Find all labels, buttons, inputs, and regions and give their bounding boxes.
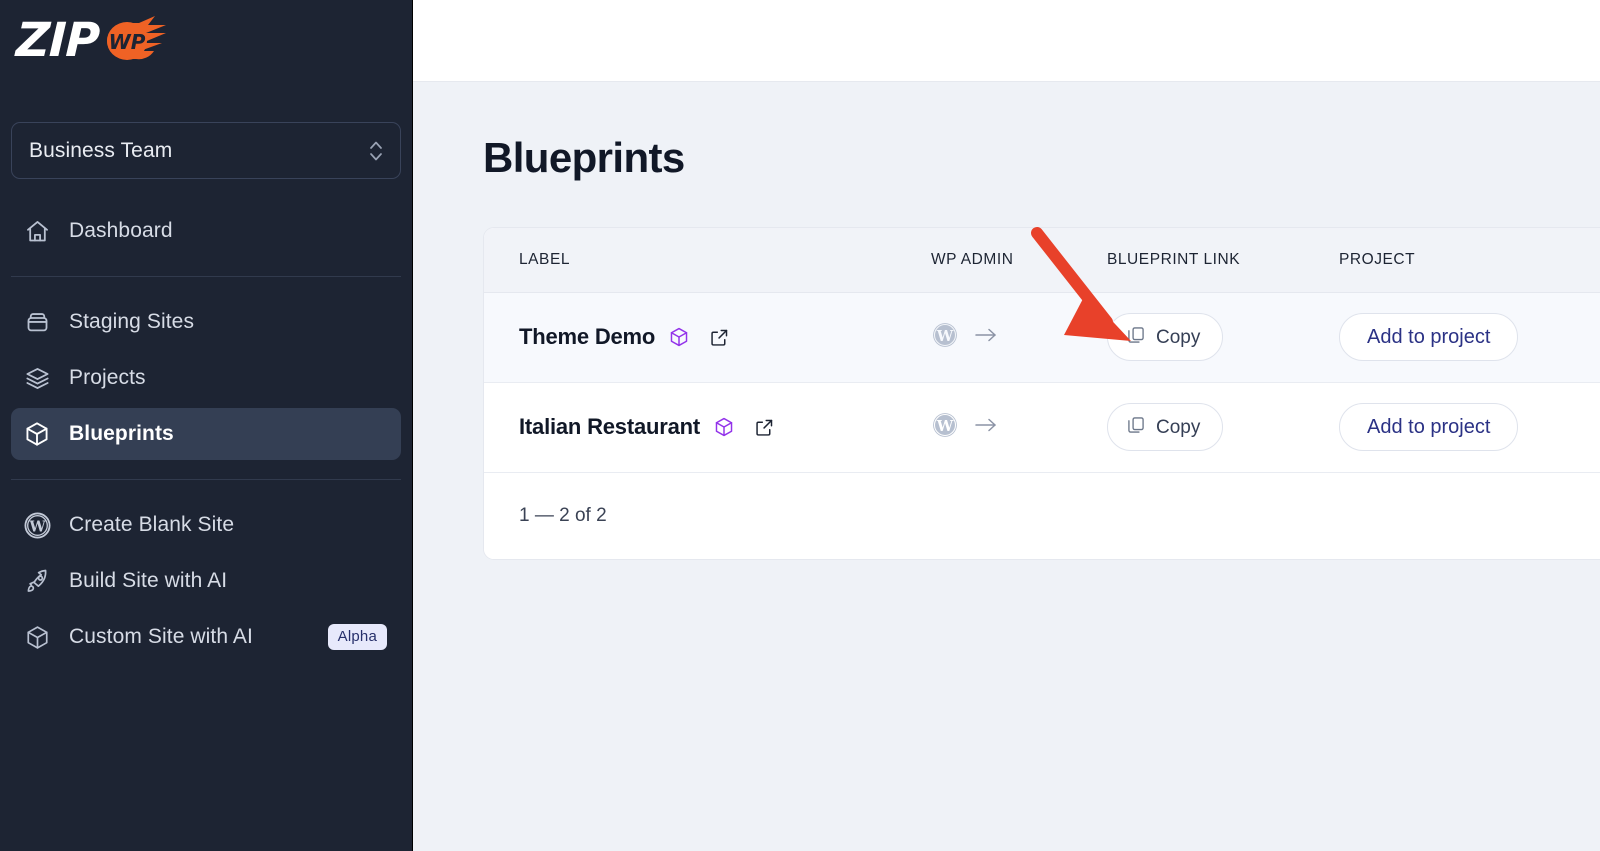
- rocket-icon: [22, 566, 52, 596]
- sidebar-divider-1: [11, 276, 401, 277]
- blueprint-label: Theme Demo: [519, 324, 656, 349]
- copy-blueprint-link-button[interactable]: Copy: [1107, 313, 1224, 361]
- sidebar-nav: Dashboard Staging Sites Projects Bluepri…: [11, 205, 401, 663]
- cell-label: Italian Restaurant: [484, 382, 896, 473]
- column-header-wp-admin: WP ADMIN: [896, 228, 1072, 293]
- sidebar-item-label: Dashboard: [69, 219, 173, 242]
- arrow-right-icon: [973, 415, 999, 440]
- sidebar-item-create-blank-site[interactable]: W Create Blank Site: [11, 499, 401, 551]
- sidebar-item-label: Staging Sites: [69, 310, 195, 333]
- cube-icon: [22, 419, 52, 449]
- sidebar: ZIP WP Business Team Dashboard Staging S…: [0, 0, 413, 851]
- copy-icon: [1126, 325, 1146, 349]
- blueprint-label: Italian Restaurant: [519, 414, 701, 439]
- wordpress-icon: W: [22, 510, 52, 540]
- external-link-icon[interactable]: [709, 327, 730, 348]
- svg-text:W: W: [28, 518, 46, 535]
- column-header-blueprint-link: BLUEPRINT LINK: [1072, 228, 1304, 293]
- cell-blueprint-link: Copy: [1072, 292, 1304, 383]
- home-icon: [22, 216, 52, 246]
- add-to-project-button[interactable]: Add to project: [1339, 313, 1519, 361]
- wp-admin-link[interactable]: W: [931, 411, 1072, 444]
- cell-blueprint-link: Copy: [1072, 382, 1304, 473]
- top-bar: [413, 0, 1600, 82]
- wp-admin-link[interactable]: W: [931, 321, 1072, 354]
- content: Blueprints LABEL WP ADMIN BLUEPRINT LINK…: [413, 82, 1600, 560]
- column-header-label: LABEL: [484, 228, 896, 293]
- blueprints-card: LABEL WP ADMIN BLUEPRINT LINK PROJECT Th…: [483, 227, 1600, 560]
- sidebar-item-label: Create Blank Site: [69, 513, 235, 536]
- copy-icon: [1126, 415, 1146, 439]
- sidebar-item-dashboard[interactable]: Dashboard: [11, 205, 401, 257]
- logo-text: ZIP: [15, 13, 100, 68]
- add-to-project-button[interactable]: Add to project: [1339, 403, 1519, 451]
- copy-blueprint-link-button[interactable]: Copy: [1107, 403, 1224, 451]
- external-link-icon[interactable]: [754, 417, 775, 438]
- svg-text:W: W: [936, 327, 954, 344]
- column-header-project: PROJECT: [1304, 228, 1600, 293]
- arrow-right-icon: [973, 325, 999, 350]
- svg-text:W: W: [936, 417, 954, 434]
- pagination-status: 1 — 2 of 2: [484, 472, 1600, 559]
- status-badge-alpha: Alpha: [327, 624, 387, 650]
- app-root: ZIP WP Business Team Dashboard Staging S…: [0, 0, 1600, 851]
- sidebar-item-custom-site-with-ai[interactable]: Custom Site with AI Alpha: [11, 611, 401, 663]
- copy-button-label: Copy: [1156, 326, 1201, 348]
- cell-label: Theme Demo: [484, 292, 896, 383]
- sidebar-item-staging-sites[interactable]: Staging Sites: [11, 296, 401, 348]
- blueprints-table: LABEL WP ADMIN BLUEPRINT LINK PROJECT Th…: [484, 228, 1600, 473]
- table-row[interactable]: Theme Demo W Copy Add to project: [484, 292, 1600, 383]
- cube-icon: [22, 622, 52, 652]
- sidebar-item-label: Projects: [69, 366, 146, 389]
- sidebar-item-label: Blueprints: [69, 422, 174, 445]
- main-area: Blueprints LABEL WP ADMIN BLUEPRINT LINK…: [413, 0, 1600, 851]
- sidebar-item-projects[interactable]: Projects: [11, 352, 401, 404]
- cell-project: Add to project: [1304, 292, 1600, 383]
- table-body: Theme Demo W Copy Add to project Italian…: [484, 292, 1600, 473]
- wordpress-icon: W: [931, 411, 959, 444]
- sidebar-item-blueprints[interactable]: Blueprints: [11, 408, 401, 460]
- page-title: Blueprints: [483, 134, 685, 181]
- logo-badge-icon: WP: [107, 16, 166, 60]
- team-selector-value: Business Team: [29, 138, 173, 162]
- cube-icon: [668, 326, 690, 348]
- layers-icon: [22, 363, 52, 393]
- sidebar-item-label: Build Site with AI: [69, 569, 228, 592]
- team-selector[interactable]: Business Team: [11, 122, 401, 179]
- svg-text:WP: WP: [109, 30, 146, 54]
- table-header-row: LABEL WP ADMIN BLUEPRINT LINK PROJECT: [484, 228, 1600, 293]
- sidebar-item-build-site-with-ai[interactable]: Build Site with AI: [11, 555, 401, 607]
- sidebar-divider-2: [11, 479, 401, 480]
- copy-button-label: Copy: [1156, 416, 1201, 438]
- archive-box-icon: [22, 307, 52, 337]
- app-logo[interactable]: ZIP WP: [11, 0, 401, 82]
- sidebar-item-label: Custom Site with AI: [69, 625, 253, 648]
- table-row[interactable]: Italian Restaurant W Copy Add to project: [484, 382, 1600, 473]
- wordpress-icon: W: [931, 321, 959, 354]
- cube-icon: [713, 416, 735, 438]
- table-head: LABEL WP ADMIN BLUEPRINT LINK PROJECT: [484, 228, 1600, 293]
- cell-project: Add to project: [1304, 382, 1600, 473]
- cell-wp-admin: W: [896, 292, 1072, 383]
- chevron-up-down-icon: [370, 141, 382, 160]
- cell-wp-admin: W: [896, 382, 1072, 473]
